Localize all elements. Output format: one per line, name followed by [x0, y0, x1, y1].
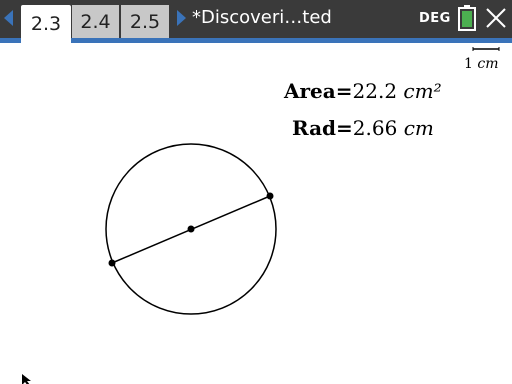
scale-unit: cm: [477, 56, 499, 72]
radius-equals: =: [336, 116, 353, 140]
pointer-cursor-icon: [22, 374, 31, 384]
radius-measurement[interactable]: Rad=2.66 cm: [292, 116, 434, 140]
center-point[interactable]: [187, 225, 195, 233]
area-unit: cm²: [403, 79, 442, 103]
radius-value: 2.66: [352, 116, 398, 140]
area-label: Area: [284, 79, 336, 103]
calculator-screen: 2.3 2.4 2.5 *Discoveri…ted DEG 1 cm Area…: [0, 0, 512, 384]
scale-value: 1: [464, 56, 473, 72]
radius-unit: cm: [403, 116, 434, 140]
geometry-figure: [105, 47, 500, 315]
area-equals: =: [335, 79, 353, 103]
radius-label: Rad: [292, 116, 337, 140]
area-measurement[interactable]: Area=22.2 cm²: [284, 79, 442, 103]
endpoint-right[interactable]: [266, 192, 274, 200]
endpoint-left[interactable]: [108, 259, 116, 267]
area-value: 22.2: [352, 79, 398, 103]
scale-label: 1 cm: [464, 56, 499, 72]
